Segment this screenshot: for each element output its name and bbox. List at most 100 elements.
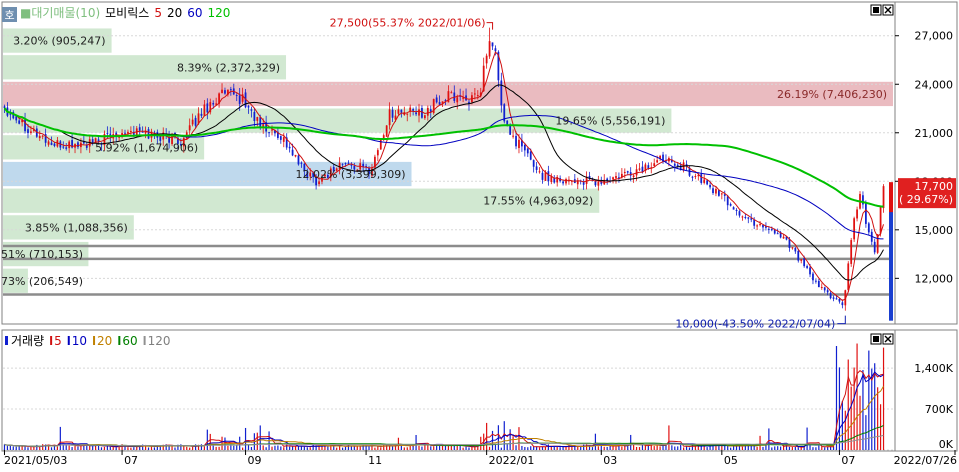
volume-bar xyxy=(89,445,91,450)
volume-bar xyxy=(671,445,673,450)
candle-body xyxy=(800,259,803,261)
candle-body xyxy=(203,104,206,116)
volume-bar xyxy=(377,446,379,450)
volume-legend-swatch xyxy=(143,336,146,345)
volume-bar xyxy=(856,343,858,450)
volume-bar xyxy=(547,444,549,450)
volume-bar xyxy=(6,446,9,450)
volume-bar xyxy=(112,447,114,450)
volume-bar xyxy=(656,444,658,450)
volume-legend-item: 거래량 xyxy=(11,334,44,348)
volume-bar xyxy=(418,445,420,450)
candle-body xyxy=(53,143,56,146)
candle-body xyxy=(191,119,194,125)
candle-body xyxy=(388,109,391,126)
volume-profile-label: 12.02% (3,399,309) xyxy=(295,168,405,181)
volume-bar xyxy=(597,446,599,450)
candle-body xyxy=(691,176,694,178)
volume-bar xyxy=(106,446,108,450)
volume-bar xyxy=(206,429,208,450)
candle-body xyxy=(141,131,144,133)
volume-bar xyxy=(780,446,782,450)
candle-body xyxy=(738,211,741,216)
volume-bar xyxy=(533,446,535,450)
candle-body xyxy=(47,141,50,145)
candle-body xyxy=(247,105,250,108)
volume-bar xyxy=(318,446,320,450)
volume-bar xyxy=(653,446,655,450)
candle-body xyxy=(518,139,520,149)
volume-bar xyxy=(521,445,523,450)
volume-bar xyxy=(580,446,582,450)
candle-body xyxy=(400,109,403,113)
candle-body xyxy=(656,160,659,163)
volume-bar xyxy=(453,445,455,450)
volume-bar xyxy=(50,447,53,450)
candle-body xyxy=(726,196,729,206)
candle-body xyxy=(856,209,858,219)
volume-bar xyxy=(289,446,291,450)
volume-bar xyxy=(103,446,106,450)
volume-bar xyxy=(65,445,67,450)
candle-body xyxy=(747,217,750,219)
candle-body xyxy=(438,102,441,105)
x-tick-label: 2022/01 xyxy=(489,454,535,467)
volume-bar xyxy=(527,447,529,450)
volume-bar xyxy=(732,446,735,450)
volume-bar xyxy=(115,446,117,450)
volume-bar xyxy=(583,444,585,450)
volume-tick-label: 700K xyxy=(925,403,954,416)
volume-bar xyxy=(400,445,402,450)
volume-bar xyxy=(168,446,170,450)
volume-bar xyxy=(242,447,244,450)
volume-bar xyxy=(741,446,744,450)
candle-body xyxy=(15,116,18,121)
volume-bar xyxy=(312,444,314,450)
candle-body xyxy=(741,216,744,218)
volume-bar xyxy=(218,446,220,450)
volume-bar xyxy=(380,447,382,450)
volume-bar xyxy=(668,425,670,450)
candle-body xyxy=(623,171,626,173)
volume-bar xyxy=(694,446,696,450)
volume-bar xyxy=(500,447,502,450)
volume-bar xyxy=(133,447,135,450)
candle-body xyxy=(397,109,400,114)
volume-bar xyxy=(774,446,776,450)
volume-bar xyxy=(621,446,623,450)
candle-body xyxy=(30,131,32,133)
volume-bar xyxy=(221,436,223,450)
volume-bar xyxy=(277,445,279,450)
volume-profile-label: 17.55% (4,963,092) xyxy=(483,195,593,208)
volume-bar xyxy=(730,447,732,450)
volume-bar xyxy=(574,446,576,450)
volume-legend-item: 10 xyxy=(72,334,87,348)
candle-body xyxy=(841,302,844,306)
volume-bar xyxy=(21,446,23,450)
candle-body xyxy=(279,136,282,140)
candle-body xyxy=(547,171,550,182)
volume-bar xyxy=(309,447,311,450)
candle-body xyxy=(829,292,832,299)
candle-body xyxy=(473,93,476,95)
candle-body xyxy=(344,163,347,165)
candle-body xyxy=(318,181,320,185)
candle-body xyxy=(376,150,379,156)
volume-bar xyxy=(771,447,773,450)
candle-body xyxy=(782,236,785,239)
candle-body xyxy=(91,139,94,143)
volume-bar xyxy=(427,444,429,450)
volume-bar xyxy=(515,445,517,450)
volume-bar xyxy=(406,447,408,450)
candle-body xyxy=(865,202,867,224)
volume-bar xyxy=(706,447,708,450)
volume-legend-swatch xyxy=(67,336,70,345)
candle-body xyxy=(294,154,297,157)
candle-body xyxy=(850,240,853,264)
volume-bar xyxy=(606,446,608,450)
volume-bar xyxy=(777,446,779,450)
candle-body xyxy=(235,95,238,97)
candle-body xyxy=(770,229,773,231)
volume-bar xyxy=(130,447,132,450)
volume-bar xyxy=(591,447,594,450)
